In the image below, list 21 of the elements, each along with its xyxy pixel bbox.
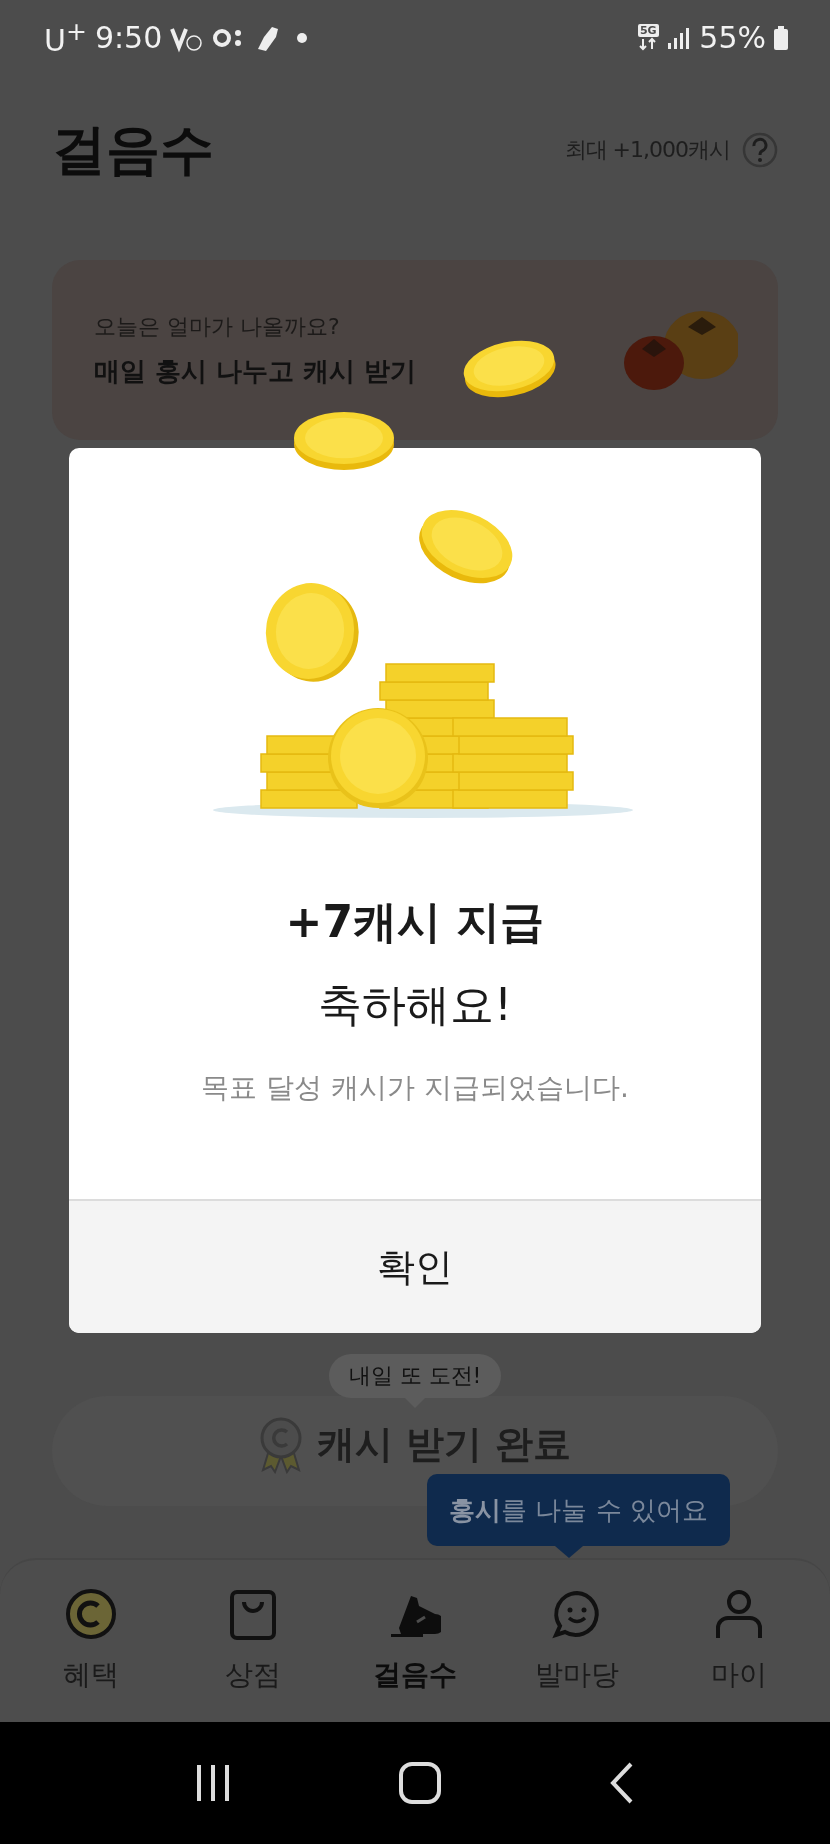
home-icon[interactable] (398, 1761, 442, 1805)
medal-icon (258, 1415, 303, 1474)
page-title: 걸음수 (52, 116, 214, 183)
battery-text: 55% (699, 20, 766, 55)
challenge-tooltip: 내일 또 도전! (328, 1354, 502, 1398)
signal-icon (667, 25, 692, 50)
shopping-bag-icon (227, 1588, 279, 1640)
confirm-button[interactable]: 확인 (69, 1199, 761, 1333)
congrats-text: 축하해요! (318, 978, 512, 1032)
carrier-label: U$^{+}$ (44, 17, 87, 58)
share-tooltip: 홍시를 나눌 수 있어요 (427, 1474, 730, 1546)
user-icon (713, 1588, 765, 1640)
network-type-label: 5G (637, 24, 659, 37)
coin-icon (65, 1588, 117, 1640)
reward-title: +7캐시 지급 (285, 895, 545, 949)
battery-icon (774, 25, 788, 50)
tooltip-tail (555, 1546, 583, 1558)
banner-title: 매일 홍시 나누고 캐시 받기 (94, 354, 417, 388)
reward-message: 목표 달성 캐시가 지급되었습니다. (201, 1070, 629, 1106)
clock-text: 9:50 (94, 20, 163, 55)
nav-tab[interactable]: 걸음수 (345, 1560, 485, 1722)
